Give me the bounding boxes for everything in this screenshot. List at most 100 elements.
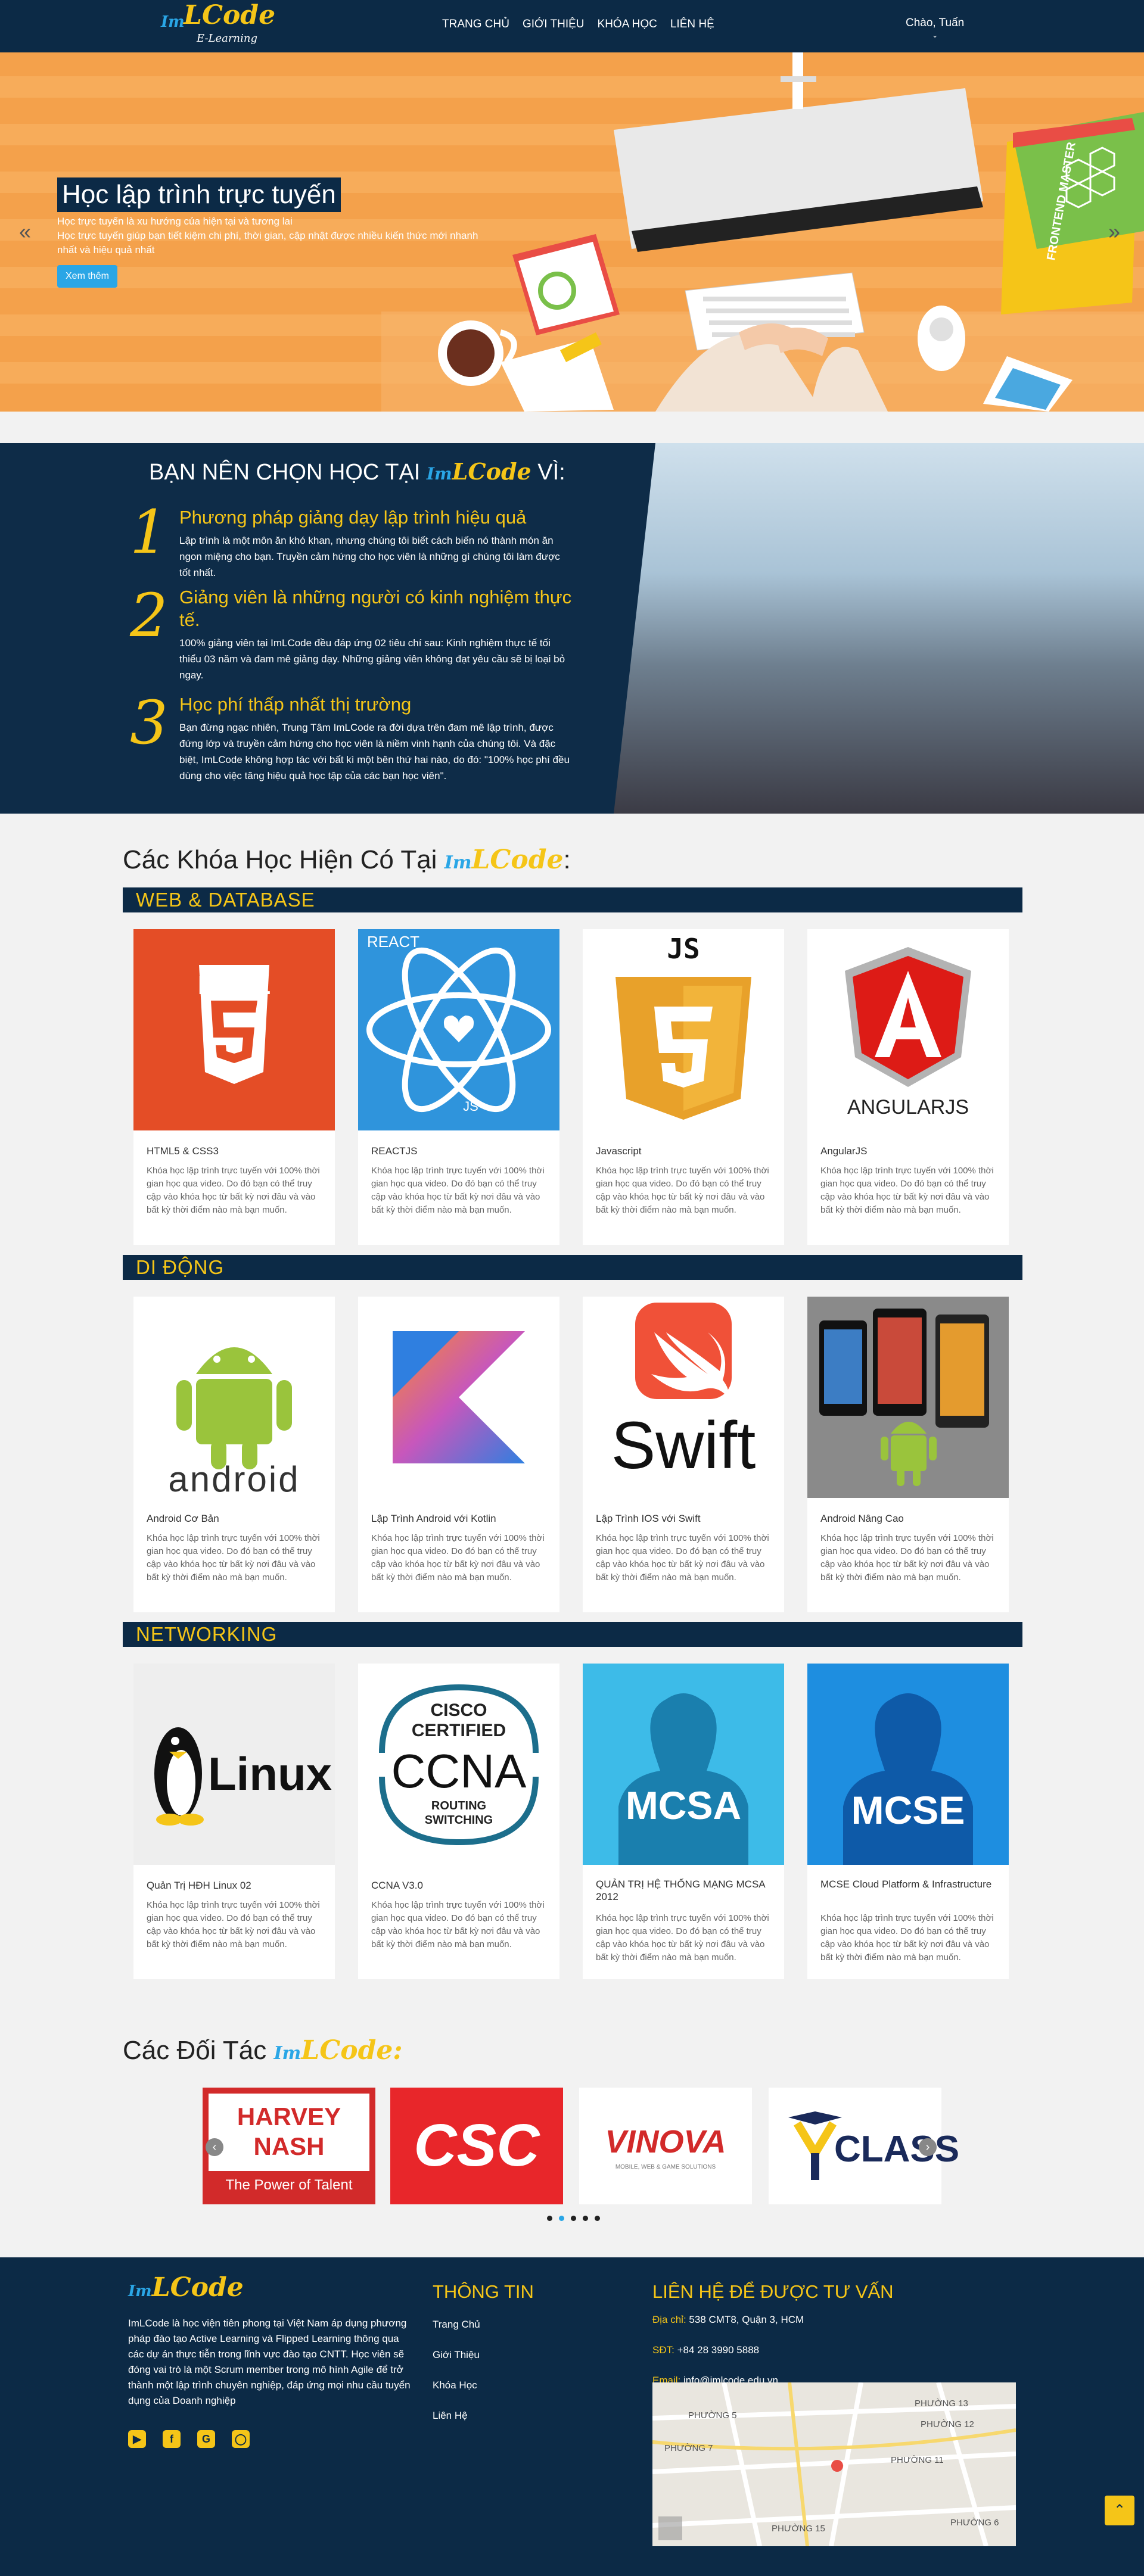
youtube-icon[interactable]: ▶	[128, 2430, 146, 2448]
android-phones-image	[807, 1297, 1009, 1498]
course-card-mcse[interactable]: MCSE MCSE Cloud Platform & Infrastructur…	[807, 1664, 1009, 1979]
course-card-angular[interactable]: ANGULARJS AngularJS Khóa học lập trình t…	[807, 929, 1009, 1245]
site-footer: ImLCode ImLCode là học viện tiên phong t…	[0, 2257, 1144, 2576]
nav-home[interactable]: TRANG CHỦ	[442, 18, 509, 31]
course-card-android-advanced[interactable]: Android Nâng Cao Khóa học lập trình trực…	[807, 1297, 1009, 1612]
hero-text: Học trực tuyến là xu hướng của hiện tại …	[57, 214, 498, 257]
javascript-logo: JS	[583, 929, 784, 1130]
mcsa-logo: MCSA	[583, 1664, 784, 1865]
footer-contact-title: LIÊN HỆ ĐỂ ĐƯỢC TƯ VẤN	[652, 2281, 894, 2302]
course-desc: Khóa học lập trình trực tuyến với 100% t…	[147, 1166, 320, 1215]
course-card-ccna[interactable]: CISCO CERTIFIED CCNA ROUTING SWITCHING C…	[358, 1664, 559, 1979]
why-number-2: 2	[130, 581, 168, 650]
user-greeting: Chào, Tuấn	[906, 17, 965, 29]
category-web: WEB & DATABASE	[123, 887, 1022, 912]
location-map[interactable]: PHƯỜNG 5 PHƯỜNG 13 PHƯỜNG 12 PHƯỜNG 11 P…	[652, 2382, 1016, 2546]
course-desc: Khóa học lập trình trực tuyến với 100% t…	[371, 1166, 545, 1215]
ccna-logo: CISCO CERTIFIED CCNA ROUTING SWITCHING	[358, 1664, 559, 1865]
partners-next-icon[interactable]: ›	[919, 2138, 937, 2156]
course-title: CCNA V3.0	[371, 1880, 423, 1891]
course-title: QUẢN TRỊ HỆ THỐNG MẠNG MCSA 2012	[596, 1879, 765, 1902]
course-desc: Khóa học lập trình trực tuyến với 100% t…	[820, 1533, 994, 1583]
course-desc: Khóa học lập trình trực tuyến với 100% t…	[596, 1913, 769, 1963]
carousel-dot[interactable]	[559, 2216, 564, 2221]
why-title: BẠN NÊN CHỌN HỌC TẠI ImLCode VÌ:	[149, 458, 565, 485]
nav-contact[interactable]: LIÊN HỆ	[670, 18, 714, 31]
svg-text:PHƯỜNG 5: PHƯỜNG 5	[688, 2410, 737, 2421]
course-card-javascript[interactable]: JS Javascript Khóa học lập trình trực tu…	[583, 929, 784, 1245]
swift-logo: Swift	[583, 1297, 784, 1498]
svg-text:PHƯỜNG 7: PHƯỜNG 7	[664, 2443, 713, 2453]
footer-link-home[interactable]: Trang Chủ	[433, 2319, 480, 2331]
carousel-dot[interactable]	[595, 2216, 600, 2221]
google-plus-icon[interactable]: G	[197, 2430, 215, 2448]
carousel-dots	[547, 2216, 600, 2221]
partner-yclass[interactable]: CLASS	[769, 2088, 959, 2204]
why-number-3: 3	[130, 688, 168, 758]
footer-logo[interactable]: ImLCode	[128, 2272, 244, 2303]
partner-harvey-nash[interactable]: HARVEY NASH The Power of Talent	[203, 2088, 375, 2204]
course-card-kotlin[interactable]: Lập Trình Android với Kotlin Khóa học lậ…	[358, 1297, 559, 1612]
carousel-dot[interactable]	[583, 2216, 588, 2221]
course-desc: Khóa học lập trình trực tuyến với 100% t…	[596, 1533, 769, 1583]
course-card-linux[interactable]: Linux Quản Trị HĐH Linux 02 Khóa học lập…	[133, 1664, 335, 1979]
course-card-android-basic[interactable]: android Android Cơ Bản Khóa học lập trìn…	[133, 1297, 335, 1612]
course-desc: Khóa học lập trình trực tuyến với 100% t…	[596, 1166, 769, 1215]
why-choose-section: BẠN NÊN CHỌN HỌC TẠI ImLCode VÌ: 1 Phươn…	[0, 443, 1144, 814]
footer-about: ImLCode là học viện tiên phong tại Việt …	[128, 2318, 411, 2406]
nav-courses[interactable]: KHÓA HỌC	[598, 18, 657, 31]
back-to-top-button[interactable]: ⌃	[1105, 2496, 1134, 2525]
logo-subtitle: E-Learning	[197, 32, 257, 45]
course-card-react[interactable]: REACT JS REACTJS Khóa học lập trình trực…	[358, 929, 559, 1245]
facebook-icon[interactable]: f	[163, 2430, 181, 2448]
slider-prev-icon[interactable]: «	[19, 219, 31, 244]
footer-link-about[interactable]: Giới Thiệu	[433, 2349, 480, 2361]
course-title: Android Cơ Bản	[147, 1513, 219, 1524]
course-desc: Khóa học lập trình trực tuyến với 100% t…	[147, 1533, 320, 1583]
course-title: MCSE Cloud Platform & Infrastructure	[820, 1879, 992, 1890]
user-menu[interactable]: Chào, Tuấn ⌄	[906, 17, 964, 39]
course-card-html[interactable]: HTML HTML5 & CSS3 Khóa học lập trình trự…	[133, 929, 335, 1245]
course-desc: Khóa học lập trình trực tuyến với 100% t…	[371, 1900, 545, 1949]
course-title: Lập Trình IOS với Swift	[596, 1513, 701, 1524]
partner-vinova[interactable]: VINOVA MOBILE, WEB & GAME SOLUTIONS	[579, 2088, 752, 2204]
why-heading-2: Giảng viên là những người có kinh nghiệm…	[179, 587, 572, 630]
course-title: Javascript	[596, 1145, 642, 1157]
why-body-3: Bạn đừng ngạc nhiên, Trung Tâm ImLCode r…	[179, 722, 570, 781]
footer-link-contact[interactable]: Liên Hệ	[433, 2410, 480, 2422]
nav-about[interactable]: GIỚI THIỆU	[523, 18, 585, 31]
slider-next-icon[interactable]: »	[1108, 219, 1120, 244]
category-mobile: DI ĐỘNG	[123, 1255, 1022, 1280]
course-card-mcsa[interactable]: MCSA QUẢN TRỊ HỆ THỐNG MẠNG MCSA 2012 Kh…	[583, 1664, 784, 1979]
angular-logo: ANGULARJS	[807, 929, 1009, 1130]
site-header: Im LCode E-Learning TRANG CHỦ GIỚI THIỆU…	[0, 0, 1144, 52]
logo-im: Im	[161, 13, 185, 31]
course-card-swift[interactable]: Swift Lập Trình IOS với Swift Khóa học l…	[583, 1297, 784, 1612]
partner-csc[interactable]: CSC	[390, 2088, 563, 2204]
contact-address: Địa chỉ: 538 CMT8, Quận 3, HCM	[652, 2314, 804, 2325]
social-links: ▶ f G ◯	[128, 2430, 250, 2448]
courses-title: Các Khóa Học Hiện Có Tại ImLCode:	[123, 845, 571, 875]
hero-banner: FRONTEND MASTER Học lập trình trực tuyến…	[0, 52, 1144, 412]
course-title: Lập Trình Android với Kotlin	[371, 1513, 496, 1524]
partners-prev-icon[interactable]: ‹	[206, 2138, 223, 2156]
carousel-dot[interactable]	[571, 2216, 576, 2221]
svg-text:PHƯỜNG 15: PHƯỜNG 15	[772, 2524, 825, 2534]
why-heading-3: Học phí thấp nhất thị trường	[179, 694, 412, 715]
partners-title: Các Đối Tác ImLCode:	[123, 2035, 403, 2066]
linux-logo: Linux	[133, 1664, 335, 1865]
category-networking: NETWORKING	[123, 1622, 1022, 1647]
hero-more-button[interactable]: Xem thêm	[57, 265, 117, 288]
course-title: AngularJS	[820, 1145, 868, 1157]
site-logo[interactable]: Im LCode E-Learning	[161, 0, 280, 50]
carousel-dot[interactable]	[547, 2216, 552, 2221]
svg-text:PHƯỜNG 12: PHƯỜNG 12	[921, 2419, 974, 2429]
why-number-1: 1	[130, 497, 168, 567]
course-desc: Khóa học lập trình trực tuyến với 100% t…	[147, 1900, 320, 1949]
course-title: Android Nâng Cao	[820, 1513, 904, 1524]
classroom-photo	[614, 443, 1144, 814]
hero-line-2: Học trực tuyến giúp bạn tiết kiệm chi ph…	[57, 230, 478, 256]
hero-line-1: Học trực tuyến là xu hướng của hiện tại …	[57, 216, 293, 227]
instagram-icon[interactable]: ◯	[232, 2430, 250, 2448]
footer-link-courses[interactable]: Khóa Học	[433, 2379, 480, 2391]
